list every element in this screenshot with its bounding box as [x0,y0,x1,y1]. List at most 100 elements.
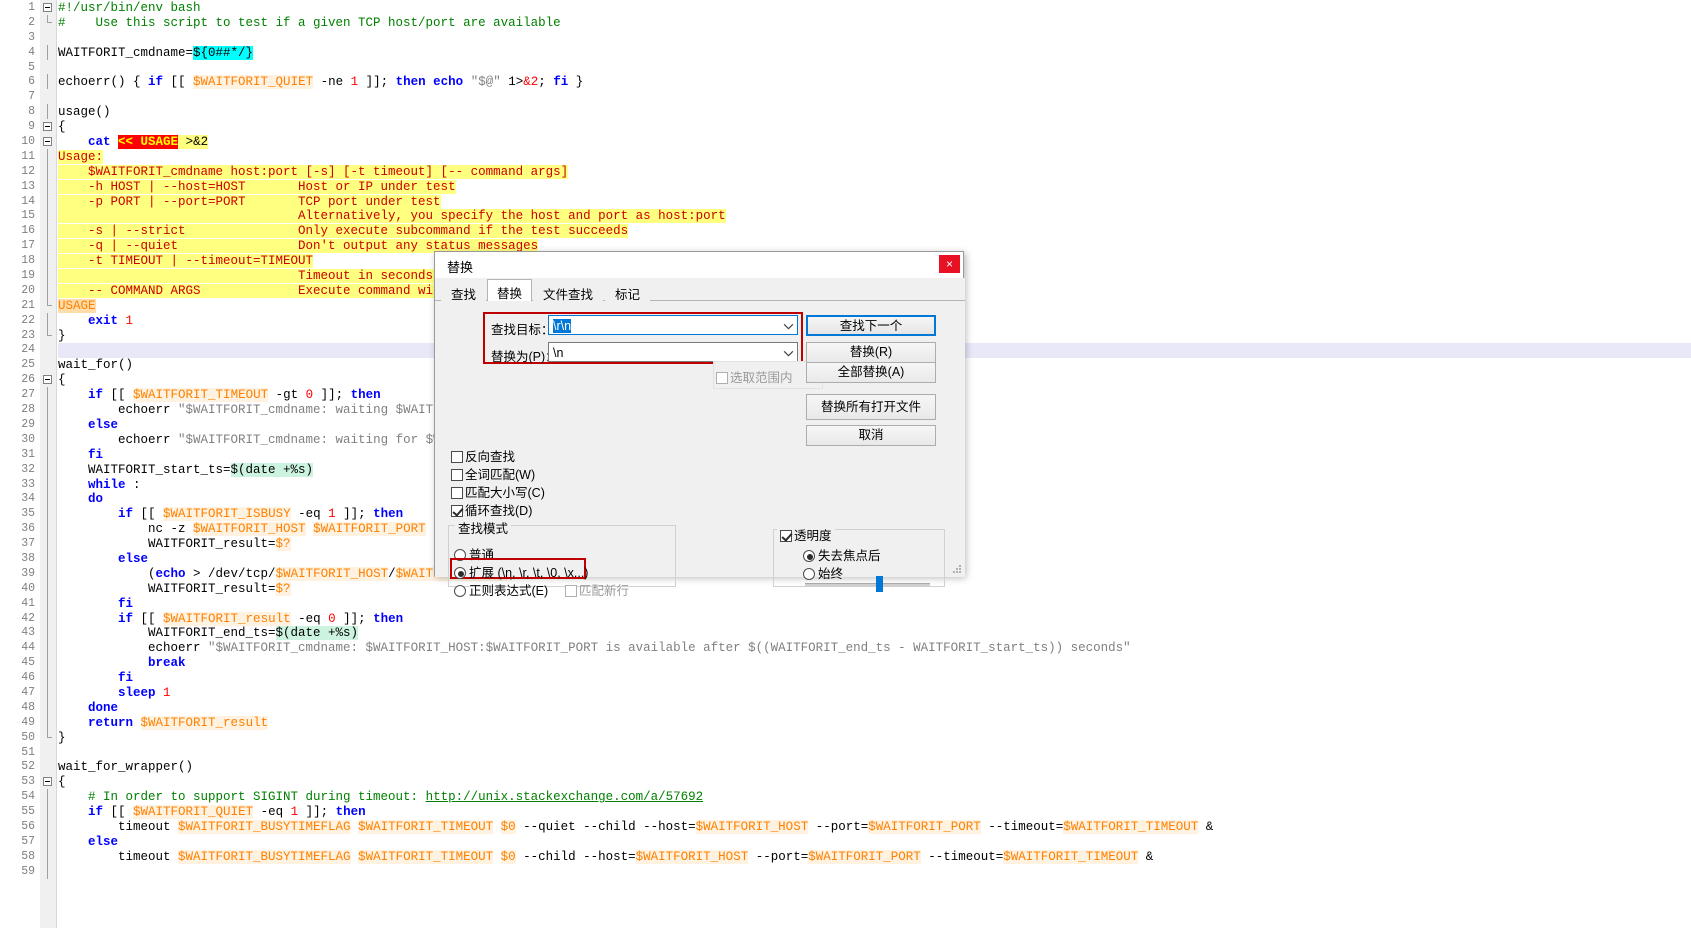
fold-cell[interactable] [40,327,56,343]
fold-cell[interactable] [40,684,56,700]
fold-cell[interactable] [40,193,56,209]
code-line[interactable] [58,90,1691,105]
fold-cell[interactable] [40,863,56,879]
find-replace-dialog[interactable]: 替换 × 查找 替换 文件查找 标记 查找目标： \r\n 替换为(P)： \n 选取… [434,251,965,598]
fold-cell[interactable] [40,223,56,239]
code-line[interactable] [58,746,1691,761]
fold-cell[interactable] [40,521,56,537]
code-line[interactable]: Usage: [58,149,1691,165]
tab-1[interactable]: 替换 [487,279,533,302]
fold-cell[interactable] [40,178,56,194]
checkbox-match-newline[interactable]: 匹配新行 [565,580,629,599]
fold-cell[interactable] [40,104,56,120]
fold-cell[interactable] [40,238,56,254]
code-line[interactable]: break [58,656,1691,671]
code-line[interactable]: -h HOST | --host=HOST Host or IP under t… [58,179,1691,195]
fold-cell[interactable] [40,580,56,596]
fold-cell[interactable] [40,610,56,626]
fold-cell[interactable] [40,625,56,641]
fold-collapse-icon[interactable] [43,777,52,787]
code-line[interactable]: WAITFORIT_cmdname=${0##*/} [58,45,1691,61]
checkbox-in-selection[interactable]: 选取范围内 [716,367,793,386]
code-line[interactable]: echoerr() { if [[ $WAITFORIT_QUIET -ne 1… [58,75,1691,90]
fold-cell[interactable] [40,372,56,387]
code-line[interactable]: $WAITFORIT_cmdname host:port [-s] [-t ti… [58,164,1691,180]
find-input[interactable]: \r\n [548,315,798,335]
code-line[interactable]: usage() [58,105,1691,120]
fold-cell[interactable] [40,74,56,90]
fold-collapse-icon[interactable] [43,122,52,132]
fold-collapse-icon[interactable] [43,3,52,12]
fold-cell[interactable] [40,759,56,774]
code-line[interactable]: { [58,120,1691,135]
fold-cell[interactable] [40,134,56,149]
fold-cell[interactable] [40,416,56,432]
fold-cell[interactable] [40,89,56,104]
fold-cell[interactable] [40,729,56,745]
fold-cell[interactable] [40,30,56,45]
cancel-button[interactable]: 取消 [806,425,936,446]
code-line[interactable]: -s | --strict Only execute subcommand if… [58,224,1691,239]
radio-regex-mode[interactable]: 正则表达式(E) [454,580,548,599]
checkbox-match-case[interactable]: 匹配大小写(C) [451,482,545,501]
code-line[interactable]: wait_for_wrapper() [58,760,1691,775]
fold-collapse-icon[interactable] [43,375,52,385]
fold-cell[interactable] [40,655,56,671]
fold-cell[interactable] [40,848,56,864]
fold-cell[interactable] [40,312,56,328]
fold-cell[interactable] [40,670,56,685]
code-line[interactable]: timeout $WAITFORIT_BUSYTIMEFLAG $WAITFOR… [58,849,1691,865]
find-next-button[interactable]: 查找下一个 [806,315,936,336]
fold-cell[interactable] [40,833,56,849]
dialog-tabstrip[interactable]: 查找 替换 文件查找 标记 [435,278,965,302]
code-line[interactable]: # In order to support SIGINT during time… [58,790,1691,805]
code-line[interactable] [58,865,1691,880]
resize-grip-icon[interactable] [951,563,963,575]
fold-collapse-icon[interactable] [43,137,52,147]
code-line[interactable]: echoerr "$WAITFORIT_cmdname: $WAITFORIT_… [58,641,1691,656]
fold-cell[interactable] [40,461,56,477]
fold-cell[interactable] [40,595,56,611]
code-line[interactable]: WAITFORIT_end_ts=$(date +%s) [58,626,1691,641]
code-line[interactable]: else [58,835,1691,850]
fold-cell[interactable] [40,536,56,551]
chevron-down-icon[interactable] [783,321,794,332]
fold-cell[interactable] [40,431,56,447]
fold-cell[interactable] [40,282,56,298]
code-line[interactable]: sleep 1 [58,686,1691,701]
fold-cell[interactable] [40,714,56,730]
fold-cell[interactable] [40,818,56,834]
fold-cell[interactable] [40,357,56,372]
dialog-titlebar[interactable]: 替换 × [435,252,963,278]
fold-cell[interactable] [40,640,56,656]
fold-cell[interactable] [40,476,56,492]
fold-cell[interactable] [40,119,56,134]
fold-cell[interactable] [40,402,56,417]
replace-input[interactable]: \n [548,342,798,362]
fold-cell[interactable] [40,774,56,789]
fold-cell[interactable] [40,789,56,805]
fold-cell[interactable] [40,148,56,164]
fold-cell[interactable] [40,44,56,60]
radio-extended-mode[interactable]: 扩展 (\n, \r, \t, \0, \x...) [454,562,588,581]
code-line[interactable]: timeout $WAITFORIT_BUSYTIMEFLAG $WAITFOR… [58,819,1691,835]
code-line[interactable]: #!/usr/bin/env bash [58,1,1691,16]
fold-cell[interactable] [40,268,56,283]
fold-cell[interactable] [40,60,56,75]
transparency-slider-thumb[interactable] [875,576,883,592]
fold-cell[interactable] [40,565,56,581]
code-line[interactable]: cat << USAGE >&2 [58,135,1691,150]
code-folding-column[interactable] [40,0,57,928]
code-line[interactable]: if [[ $WAITFORIT_result -eq 0 ]]; then [58,611,1691,627]
fold-cell[interactable] [40,14,56,30]
tab-0[interactable]: 查找 [441,280,487,302]
code-line[interactable]: Alternatively, you specify the host and … [58,209,1691,224]
replace-button[interactable]: 替换(R) [806,342,936,363]
chevron-down-icon[interactable] [783,348,794,359]
fold-cell[interactable] [40,387,56,403]
code-line[interactable]: fi [58,597,1691,612]
fold-cell[interactable] [40,342,56,357]
fold-cell[interactable] [40,550,56,566]
tab-2[interactable]: 文件查找 [533,280,604,302]
code-line[interactable]: { [58,775,1691,790]
